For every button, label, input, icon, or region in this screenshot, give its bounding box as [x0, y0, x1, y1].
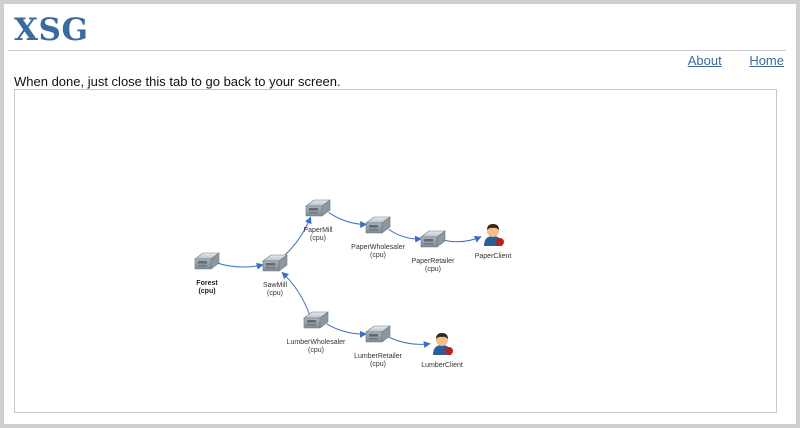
server-icon — [420, 230, 446, 248]
node-sawmill[interactable]: SawMill(cpu) — [262, 254, 288, 297]
node-label-forest: Forest — [196, 280, 218, 287]
server-icon — [305, 199, 331, 217]
edge-sawmill-to-papermill — [281, 216, 312, 259]
node-sublabel-paperwholesaler: (cpu) — [370, 252, 386, 259]
server-icon — [365, 216, 391, 234]
node-lumberretailer[interactable]: LumberRetailer(cpu) — [354, 325, 403, 368]
user-icon — [433, 333, 453, 355]
node-label-lumberclient: LumberClient — [421, 362, 463, 369]
node-label-paperclient: PaperClient — [475, 253, 512, 260]
node-paperclient[interactable]: PaperClient — [475, 224, 512, 260]
server-icon — [303, 311, 329, 329]
edge-papermill-to-paperwholesaler — [328, 212, 368, 228]
server-icon — [365, 325, 391, 343]
node-label-paperwholesaler: PaperWholesaler — [351, 244, 405, 251]
node-label-lumberwholesaler: LumberWholesaler — [287, 339, 346, 346]
edge-lumberretailer-to-lumberclient — [388, 336, 431, 349]
node-sublabel-lumberretailer: (cpu) — [370, 361, 386, 368]
node-sublabel-forest: (cpu) — [198, 288, 215, 295]
node-label-paperretailer: PaperRetailer — [412, 258, 455, 265]
node-label-papermill: PaperMill — [303, 227, 333, 234]
node-label-sawmill: SawMill — [263, 282, 288, 289]
node-sublabel-paperretailer: (cpu) — [425, 266, 441, 273]
node-sublabel-papermill: (cpu) — [310, 235, 326, 242]
node-paperwholesaler[interactable]: PaperWholesaler(cpu) — [351, 216, 406, 259]
supply-chain-graph: Forest(cpu)SawMill(cpu)PaperMill(cpu)Pap… — [194, 199, 512, 369]
edge-paperretailer-to-paperclient — [443, 236, 482, 243]
node-paperretailer[interactable]: PaperRetailer(cpu) — [412, 230, 455, 273]
node-sublabel-sawmill: (cpu) — [267, 290, 283, 297]
edge-lumberwholesaler-to-sawmill — [281, 271, 311, 315]
edge-forest-to-sawmill — [217, 262, 264, 270]
node-lumberclient[interactable]: LumberClient — [421, 333, 463, 369]
node-sublabel-lumberwholesaler: (cpu) — [308, 347, 324, 354]
server-icon — [194, 252, 220, 270]
server-icon — [262, 254, 288, 272]
user-icon — [484, 224, 504, 246]
edge-paperwholesaler-to-paperretailer — [388, 228, 423, 243]
node-forest[interactable]: Forest(cpu) — [194, 252, 220, 295]
node-lumberwholesaler[interactable]: LumberWholesaler(cpu) — [287, 311, 346, 354]
node-label-lumberretailer: LumberRetailer — [354, 353, 403, 360]
node-papermill[interactable]: PaperMill(cpu) — [303, 199, 333, 242]
edge-lumberwholesaler-to-lumberretailer — [326, 323, 367, 338]
